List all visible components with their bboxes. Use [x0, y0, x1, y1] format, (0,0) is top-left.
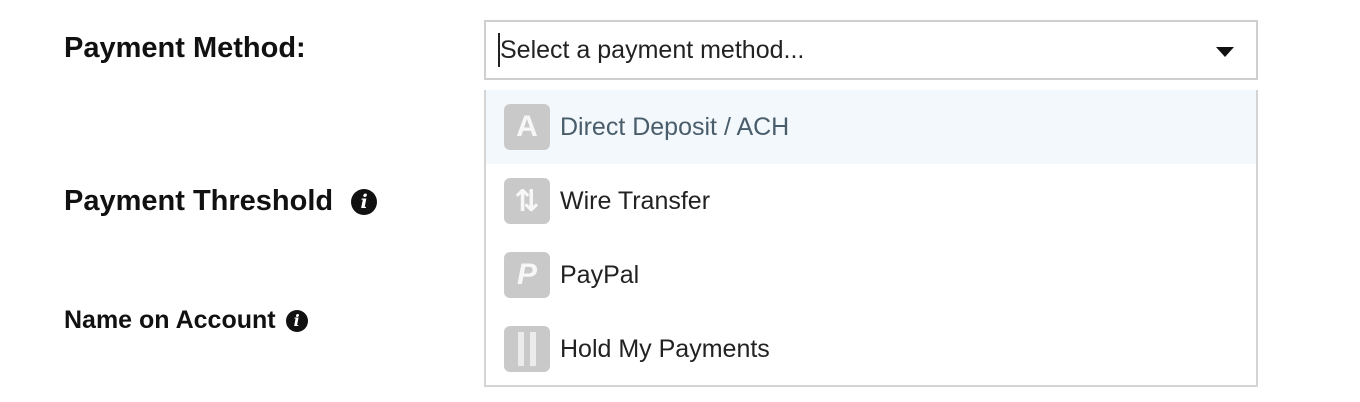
- payment-threshold-label-text: Payment Threshold: [64, 185, 334, 217]
- ach-icon: A: [504, 104, 550, 150]
- payment-method-select[interactable]: Select a payment method...: [484, 20, 1258, 80]
- option-hold-my-payments[interactable]: Hold My Payments: [486, 312, 1256, 386]
- chevron-down-icon[interactable]: [1216, 47, 1234, 57]
- name-on-account-label-text: Name on Account: [64, 306, 276, 334]
- option-label: Hold My Payments: [560, 334, 770, 363]
- info-icon[interactable]: i: [351, 188, 378, 215]
- payment-method-label: Payment Method:: [64, 32, 306, 65]
- payment-method-label-text: Payment Method:: [64, 32, 306, 64]
- paypal-icon: P: [504, 252, 550, 298]
- pause-bar: [518, 332, 524, 366]
- wire-transfer-icon: ⇅: [504, 178, 550, 224]
- option-label: Direct Deposit / ACH: [560, 112, 790, 141]
- payment-threshold-label: Payment Threshold i: [64, 185, 378, 218]
- payment-form: Payment Method: Payment Threshold i Name…: [0, 0, 1360, 402]
- option-label: PayPal: [560, 260, 640, 289]
- info-icon[interactable]: i: [285, 309, 308, 332]
- option-paypal[interactable]: P PayPal: [486, 238, 1256, 312]
- hold-payments-icon: [504, 326, 550, 372]
- option-direct-deposit-ach[interactable]: A Direct Deposit / ACH: [486, 90, 1256, 164]
- option-wire-transfer[interactable]: ⇅ Wire Transfer: [486, 164, 1256, 238]
- pause-bar: [530, 332, 536, 366]
- payment-method-placeholder: Select a payment method...: [500, 35, 805, 64]
- name-on-account-label: Name on Account i: [64, 306, 308, 335]
- payment-method-dropdown: A Direct Deposit / ACH ⇅ Wire Transfer P…: [484, 90, 1258, 387]
- option-label: Wire Transfer: [560, 186, 711, 215]
